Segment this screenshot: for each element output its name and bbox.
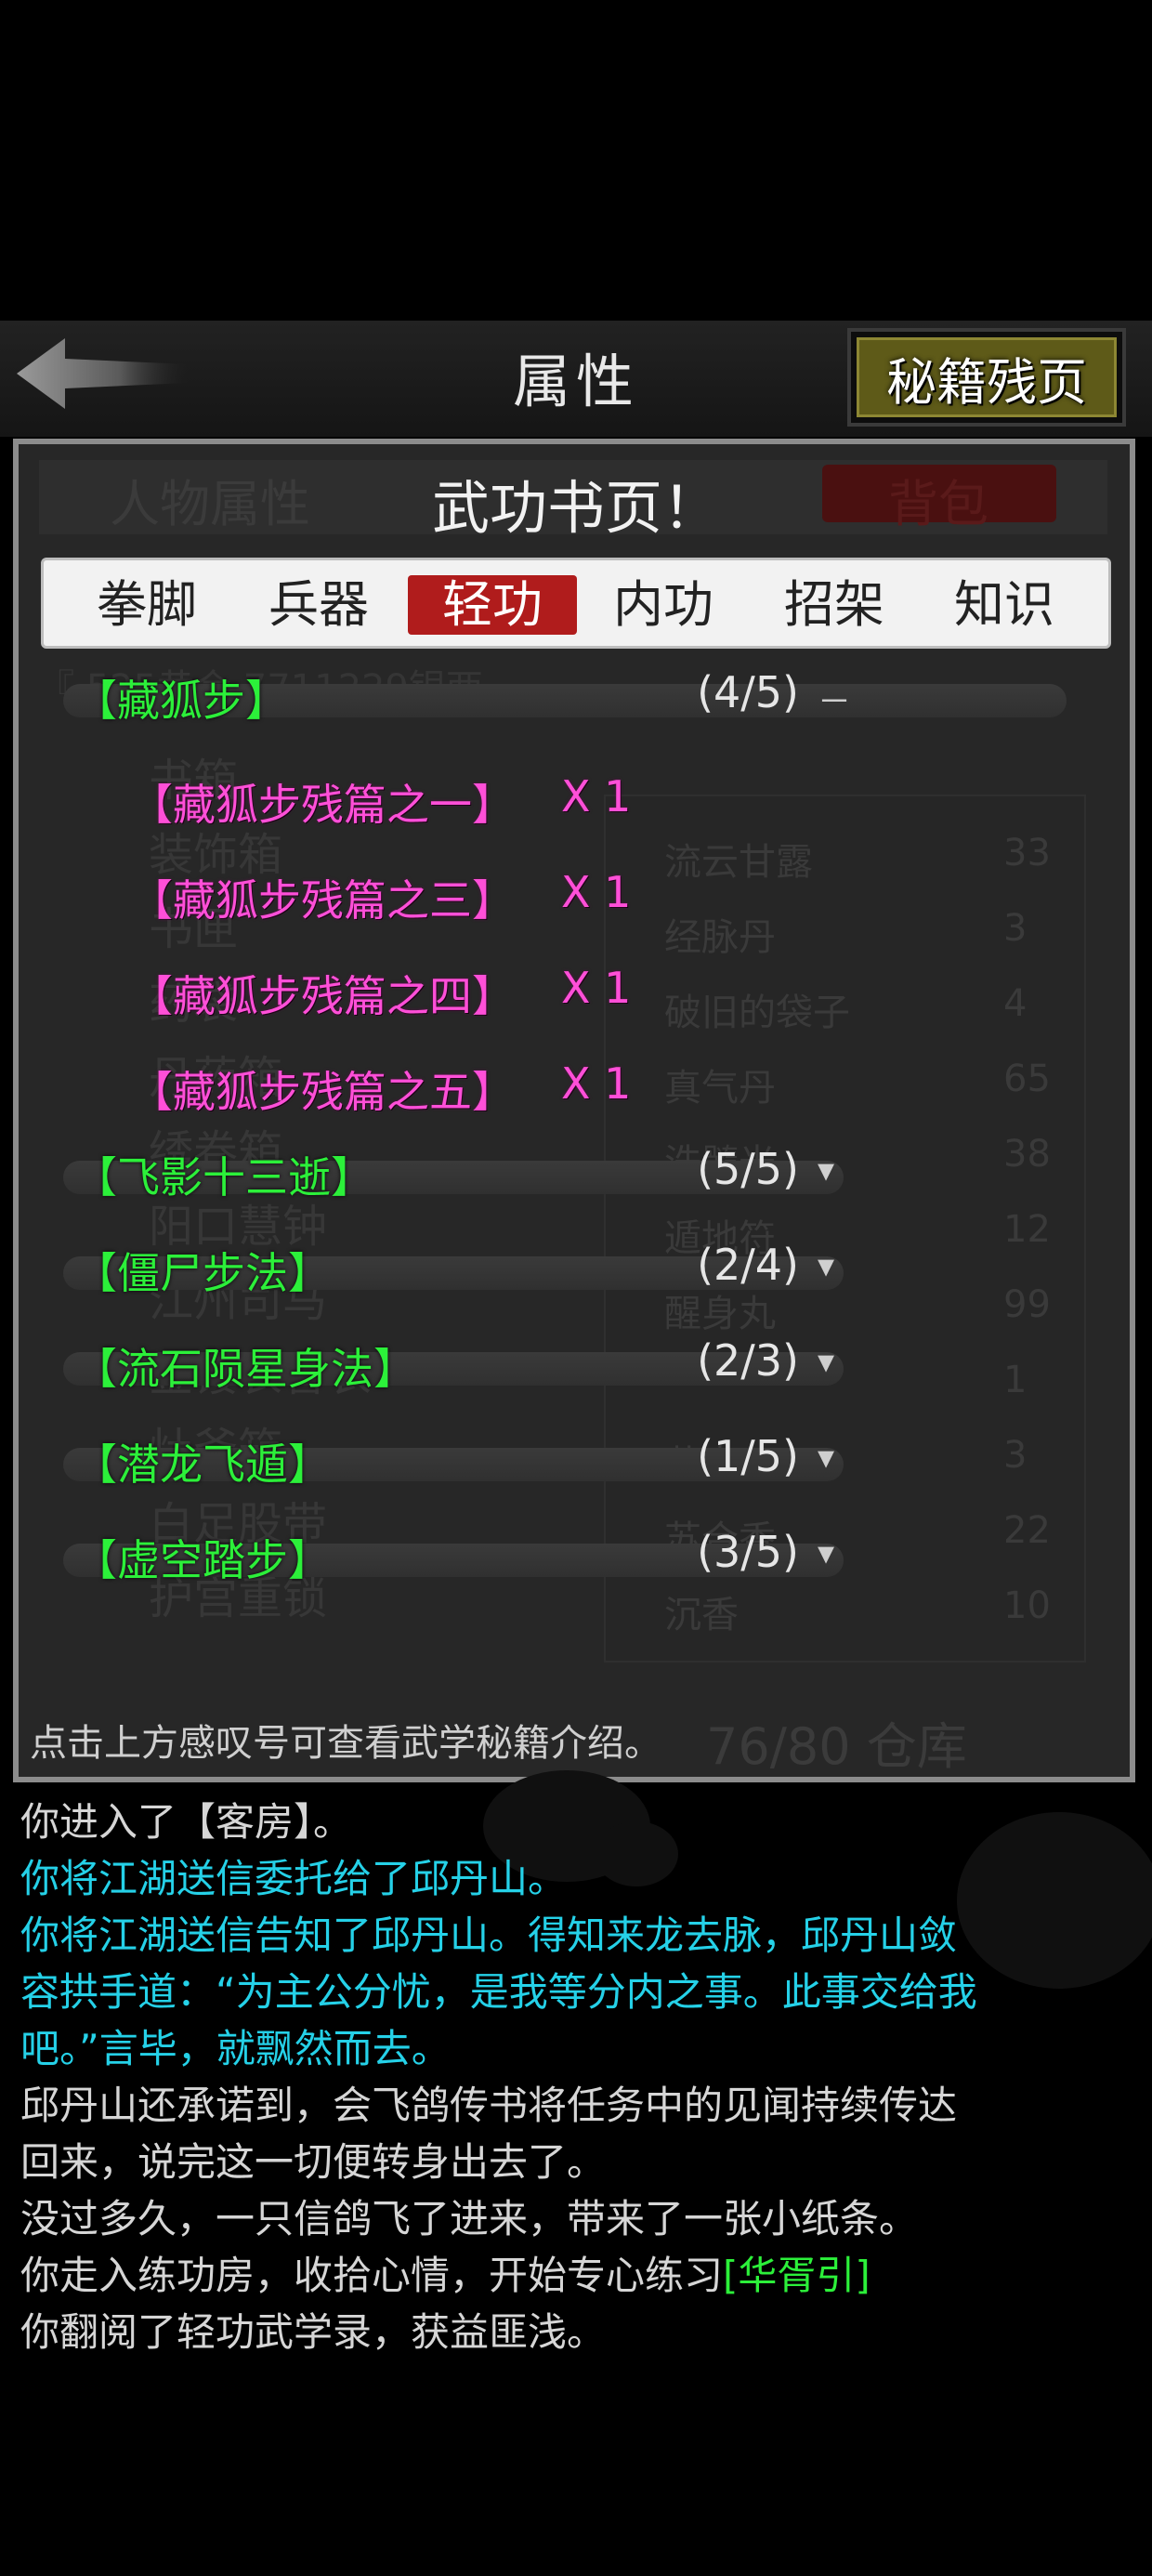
fragment-name: 【藏狐步残篇之三】 <box>130 875 515 926</box>
log-text: 回来，说完这一切便转身出去了。 <box>20 2139 607 2185</box>
secret-pages-button[interactable]: 秘籍残页 <box>847 328 1126 427</box>
message-log: 你进入了【客房】。你将江湖送信委托给了邱丹山。你将江湖送信告知了邱丹山。得知来龙… <box>20 1794 1135 2360</box>
skill-progress: (5/5) <box>697 1144 799 1194</box>
ghost-item-count: 99 <box>1003 1283 1051 1326</box>
log-text: 你将江湖送信告知了邱丹山。得知来龙去脉，邱丹山敛 <box>20 1912 958 1958</box>
secret-pages-label: 秘籍残页 <box>857 337 1117 417</box>
tab-lightness[interactable]: 轻功 <box>408 575 577 635</box>
info-exclamation-icon[interactable]: ！ <box>662 474 720 542</box>
log-text: 吧。”言毕，就飘然而去。 <box>20 2026 451 2071</box>
ghost-item-name: 经脉丹 <box>664 916 776 959</box>
skill-name[interactable]: 【潜龙飞遁】 <box>74 1431 331 1492</box>
skill-progress: (3/5) <box>697 1527 799 1577</box>
tab-inner[interactable]: 内功 <box>579 575 748 635</box>
ghost-item-name: 破旧的袋子 <box>664 992 850 1034</box>
ghost-item-count: 3 <box>1003 1434 1028 1477</box>
log-text: 没过多久，一只信鸽飞了进来，带来了一张小纸条。 <box>20 2196 919 2241</box>
skill-name[interactable]: 【僵尸步法】 <box>74 1240 331 1301</box>
fragment-quantity: X 1 <box>561 963 632 1013</box>
log-highlight: [华胥引] <box>723 2253 871 2298</box>
log-line: 你将江湖送信告知了邱丹山。得知来龙去脉，邱丹山敛 <box>20 1907 1135 1964</box>
ghost-item-count: 10 <box>1003 1584 1051 1627</box>
expand-chevron-icon[interactable]: ▾ <box>818 1439 834 1477</box>
tab-weapon[interactable]: 兵器 <box>234 575 403 635</box>
ghost-item-name: 真气丹 <box>664 1067 776 1110</box>
skill-name[interactable]: 【流石陨星身法】 <box>74 1335 416 1397</box>
ghost-storage-count: 76/80 仓库 <box>706 1717 967 1776</box>
tab-fist[interactable]: 拳脚 <box>62 575 231 635</box>
ghost-item-count: 1 <box>1003 1359 1028 1401</box>
fragment-quantity: X 1 <box>561 771 632 821</box>
ghost-item-count: 38 <box>1003 1133 1051 1176</box>
collapse-icon[interactable]: － <box>818 675 851 723</box>
fragment-name: 【藏狐步残篇之一】 <box>130 780 515 830</box>
fragment-name: 【藏狐步残篇之四】 <box>130 971 515 1021</box>
heading-text: 武功书页 <box>431 474 662 542</box>
skill-category-tabs: 拳脚 兵器 轻功 内功 招架 知识 <box>41 558 1111 649</box>
expand-chevron-icon[interactable]: ▾ <box>818 1534 834 1572</box>
expand-chevron-icon[interactable]: ▾ <box>818 1151 834 1189</box>
log-text: 容拱手道：“为主公分忧，是我等分内之事。此事交给我 <box>20 1969 977 2015</box>
hint-text: 点击上方感叹号可查看武学秘籍介绍。 <box>30 1722 661 1765</box>
tab-knowledge[interactable]: 知识 <box>920 575 1089 635</box>
skill-name[interactable]: 【藏狐步】 <box>74 667 288 729</box>
tab-parry[interactable]: 招架 <box>750 575 919 635</box>
log-text: 你走入练功房，收拾心情，开始专心练习 <box>20 2253 724 2298</box>
log-line: 容拱手道：“为主公分忧，是我等分内之事。此事交给我 <box>20 1964 1135 2020</box>
fragment-quantity: X 1 <box>561 1058 632 1109</box>
fragment-name: 【藏狐步残篇之五】 <box>130 1067 515 1117</box>
skill-progress: (2/4) <box>697 1240 799 1290</box>
log-line: 你将江湖送信委托给了邱丹山。 <box>20 1850 1135 1907</box>
log-line: 你翻阅了轻功武学录，获益匪浅。 <box>20 2304 1135 2360</box>
ghost-item-count: 33 <box>1003 832 1051 874</box>
ghost-item-count: 4 <box>1003 982 1028 1025</box>
skill-progress: (4/5) <box>697 667 799 717</box>
ghost-item-count: 3 <box>1003 907 1028 950</box>
log-line: 吧。”言毕，就飘然而去。 <box>20 2020 1135 2077</box>
log-line: 你进入了【客房】。 <box>20 1794 1135 1850</box>
expand-chevron-icon[interactable]: ▾ <box>818 1343 834 1381</box>
ghost-item-count: 22 <box>1003 1509 1051 1552</box>
log-line: 邱丹山还承诺到，会飞鸽传书将任务中的见闻持续传达 <box>20 2077 1135 2134</box>
log-line: 你走入练功房，收拾心情，开始专心练习[华胥引] <box>20 2247 1135 2304</box>
skill-progress: (1/5) <box>697 1431 799 1481</box>
ghost-item-name: 流云甘露 <box>664 841 813 884</box>
ghost-item-name: 醒身丸 <box>664 1293 776 1335</box>
ghost-item-name: 沉香 <box>664 1594 739 1636</box>
fragment-quantity: X 1 <box>561 867 632 917</box>
expand-chevron-icon[interactable]: ▾ <box>818 1247 834 1285</box>
skill-name[interactable]: 【虚空踏步】 <box>74 1527 331 1588</box>
skill-progress: (2/3) <box>697 1335 799 1386</box>
log-text: 你进入了【客房】。 <box>20 1799 353 1845</box>
ghost-item-count: 12 <box>1003 1208 1051 1251</box>
panel-heading: 武功书页！ <box>0 461 1152 545</box>
log-line: 回来，说完这一切便转身出去了。 <box>20 2134 1135 2190</box>
skill-name[interactable]: 【飞影十三逝】 <box>74 1144 373 1205</box>
log-line: 没过多久，一只信鸽飞了进来，带来了一张小纸条。 <box>20 2190 1135 2247</box>
log-text: 你将江湖送信委托给了邱丹山。 <box>20 1856 568 1901</box>
log-text: 你翻阅了轻功武学录，获益匪浅。 <box>20 2309 607 2355</box>
ghost-item-count: 65 <box>1003 1058 1051 1100</box>
log-text: 邱丹山还承诺到，会飞鸽传书将任务中的见闻持续传达 <box>20 2083 958 2128</box>
